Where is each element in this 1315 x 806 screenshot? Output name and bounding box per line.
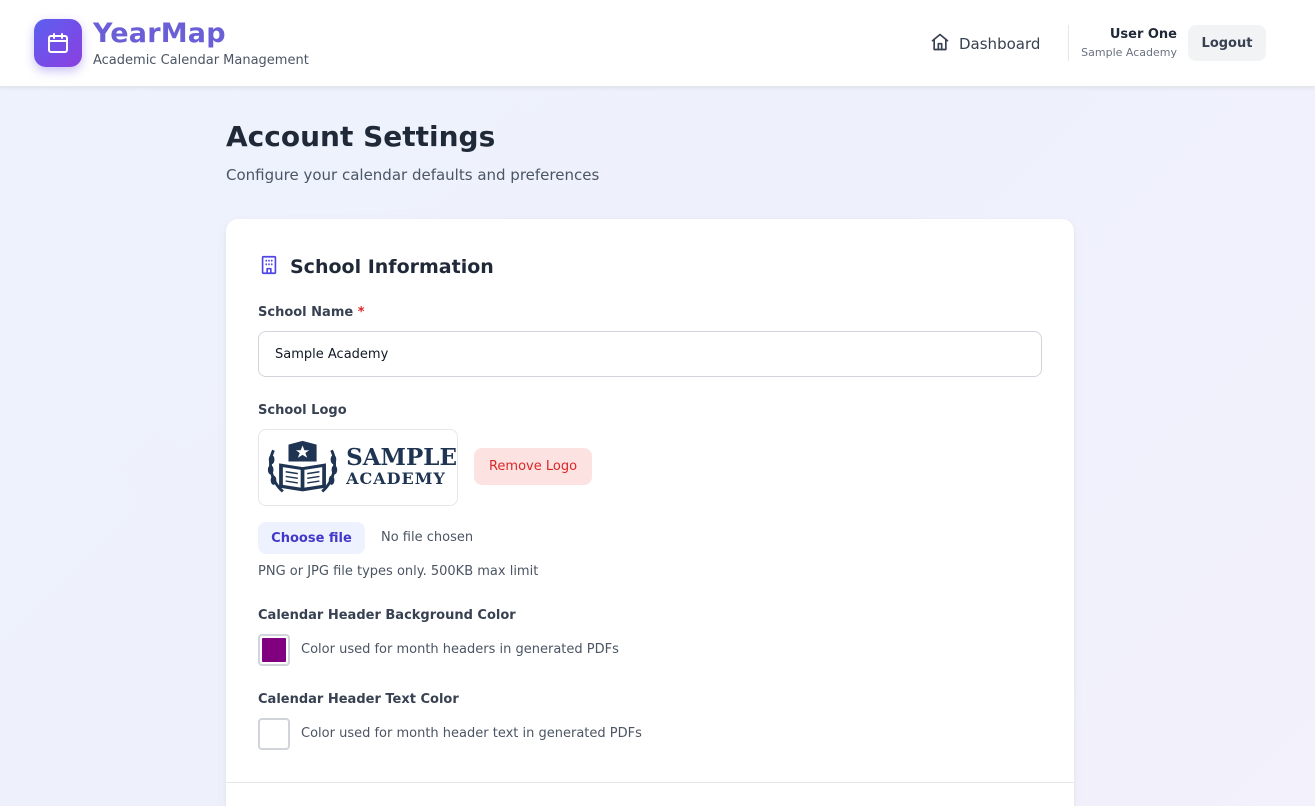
- user-name: User One: [1109, 27, 1177, 42]
- header-divider: [1068, 25, 1069, 61]
- header-bg-color-picker[interactable]: [258, 634, 290, 666]
- academy-crest-icon: [267, 440, 338, 492]
- user-info: User One Sample Academy: [1081, 27, 1177, 59]
- app-name[interactable]: YearMap: [93, 18, 226, 49]
- logo-wordmark: SAMPLE ACADEMY: [346, 443, 457, 489]
- school-name-label: School Name *: [258, 305, 365, 320]
- section-title: School Information: [290, 256, 494, 278]
- header-text-color-picker[interactable]: [258, 718, 290, 750]
- logo-line-2: ACADEMY: [346, 468, 446, 488]
- nav-dashboard-label: Dashboard: [959, 35, 1041, 53]
- choose-file-button[interactable]: Choose file: [258, 522, 365, 554]
- logout-button[interactable]: Logout: [1188, 25, 1266, 61]
- no-file-status: No file chosen: [381, 530, 474, 545]
- header-bg-color-label: Calendar Header Background Color: [258, 608, 516, 623]
- app-tagline: Academic Calendar Management: [93, 53, 309, 68]
- page-subtitle: Configure your calendar defaults and pre…: [226, 166, 600, 184]
- file-help-text: PNG or JPG file types only. 500KB max li…: [258, 564, 539, 579]
- card-divider: [226, 782, 1074, 783]
- user-school: Sample Academy: [1081, 46, 1177, 59]
- home-icon: [930, 32, 950, 56]
- school-logo-label: School Logo: [258, 403, 347, 418]
- school-information-card: School Information School Name * School …: [226, 219, 1074, 806]
- calendar-icon[interactable]: [34, 19, 82, 67]
- page-title: Account Settings: [226, 120, 496, 153]
- header-text-color-label: Calendar Header Text Color: [258, 692, 459, 707]
- school-logo-preview: SAMPLE ACADEMY: [258, 429, 458, 506]
- building-icon: [258, 254, 280, 280]
- top-navbar: YearMap Academic Calendar Management Das…: [0, 0, 1315, 87]
- required-marker: *: [357, 305, 365, 320]
- logo-line-1: SAMPLE: [346, 443, 457, 471]
- section-header: School Information: [258, 254, 494, 280]
- nav-dashboard-link[interactable]: Dashboard: [930, 32, 1040, 56]
- header-text-color-swatch: [262, 722, 286, 746]
- header-text-color-desc: Color used for month header text in gene…: [301, 726, 642, 741]
- header-bg-color-desc: Color used for month headers in generate…: [301, 642, 619, 657]
- header-bg-color-swatch: [262, 638, 286, 662]
- remove-logo-button[interactable]: Remove Logo: [474, 448, 592, 485]
- school-name-input[interactable]: [258, 331, 1042, 377]
- school-name-label-text: School Name: [258, 305, 354, 320]
